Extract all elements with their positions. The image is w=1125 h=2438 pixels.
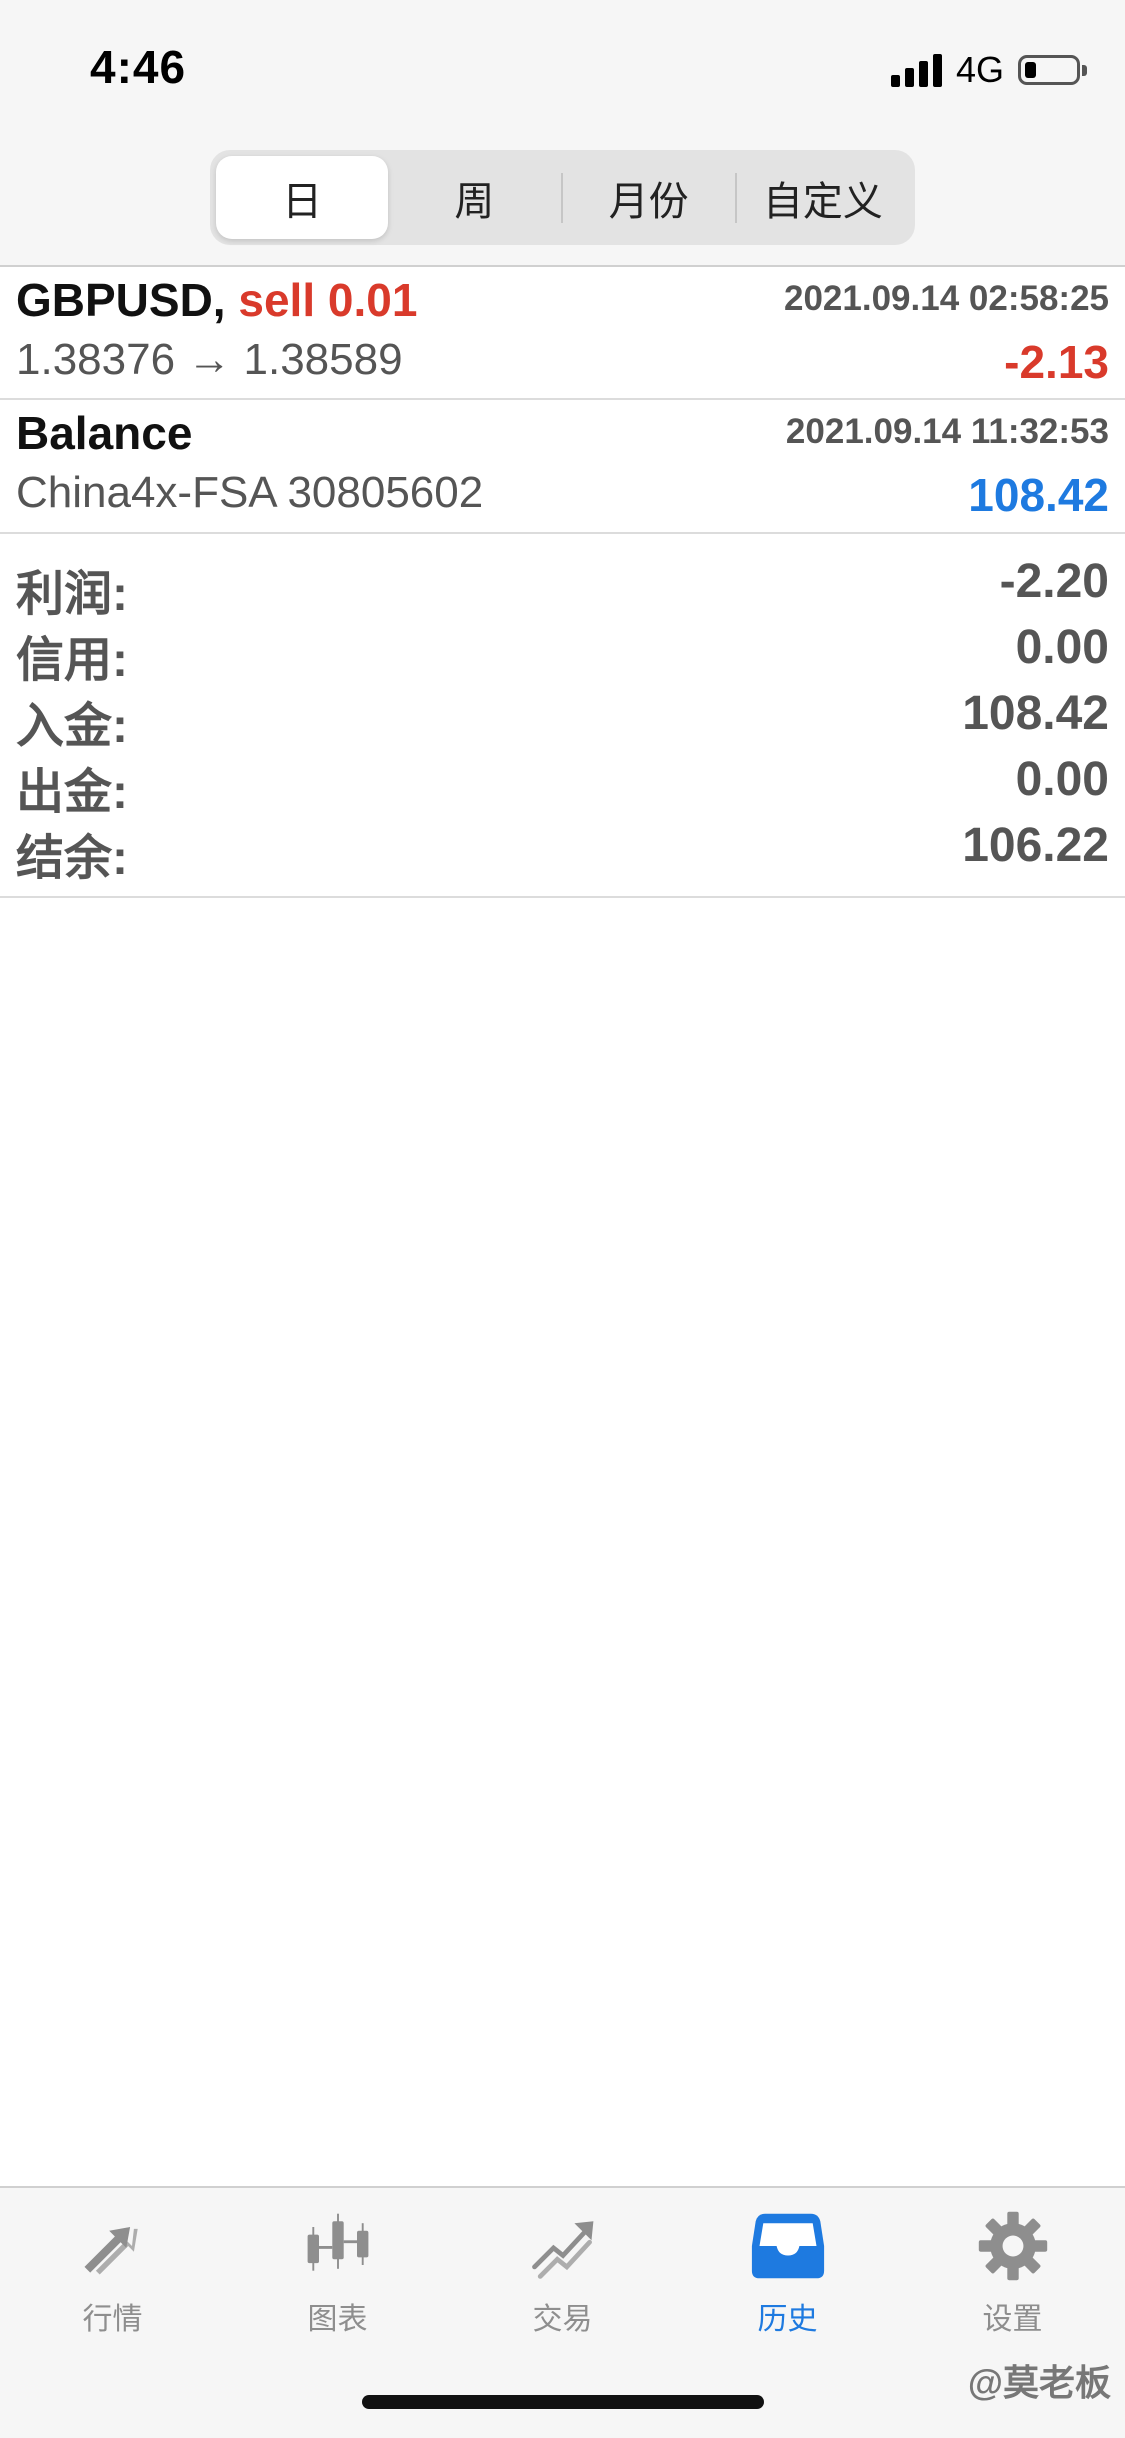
- summary-balance-label: 结余:: [16, 832, 128, 885]
- summary-deposit-row: 入金: 108.42: [0, 686, 1125, 753]
- summary-withdrawal-value: 0.00: [1015, 753, 1109, 806]
- gear-icon: [978, 2211, 1047, 2281]
- tab-trade-label: 交易: [532, 2303, 593, 2336]
- balance-amount: 108.42: [968, 469, 1109, 521]
- summary-balance-value: 106.22: [962, 819, 1109, 872]
- tab-quotes-label: 行情: [82, 2303, 143, 2336]
- top-area: 4:46 4G 日 周 月份 自定义: [0, 0, 1125, 267]
- trade-symbol: GBPUSD,: [16, 274, 226, 326]
- summary-profit-label: 利润:: [16, 568, 128, 621]
- trade-title: GBPUSD, sell 0.01: [16, 273, 417, 327]
- tab-quotes[interactable]: 行情: [0, 2208, 225, 2338]
- tab-settings[interactable]: 设置: [900, 2208, 1125, 2338]
- summary-balance-row: 结余: 106.22: [0, 818, 1125, 885]
- segment-custom[interactable]: 自定义: [737, 156, 909, 239]
- trade-timestamp: 2021.09.14 02:58:25: [784, 279, 1109, 318]
- cellular-signal-icon: [890, 53, 942, 87]
- summary-profit-row: 利润: -2.20: [0, 554, 1125, 621]
- summary-deposit-label: 入金:: [16, 700, 128, 753]
- watermark: @莫老板: [967, 2362, 1111, 2403]
- quotes-arrows-icon: [84, 2227, 138, 2275]
- status-indicators: 4G: [890, 49, 1087, 90]
- summary-profit-value: -2.20: [999, 555, 1109, 608]
- tab-charts[interactable]: 图表: [225, 2208, 450, 2338]
- history-row-trade[interactable]: GBPUSD, sell 0.01 2021.09.14 02:58:25 1.…: [0, 267, 1125, 400]
- tab-history[interactable]: 历史: [675, 2208, 900, 2338]
- segment-week[interactable]: 周: [388, 156, 560, 239]
- network-type: 4G: [955, 49, 1004, 90]
- summary-credit-row: 信用: 0.00: [0, 620, 1125, 687]
- period-segmented-control: 日 周 月份 自定义: [210, 150, 915, 245]
- trade-side: sell 0.01: [238, 274, 418, 326]
- summary-credit-label: 信用:: [16, 634, 128, 687]
- history-row-balance[interactable]: Balance 2021.09.14 11:32:53 China4x-FSA …: [0, 400, 1125, 534]
- trade-trend-icon: [531, 2221, 593, 2279]
- history-inbox-icon: [751, 2213, 824, 2279]
- segment-day[interactable]: 日: [216, 156, 389, 239]
- home-indicator[interactable]: [362, 2395, 764, 2409]
- summary-credit-value: 0.00: [1015, 621, 1109, 674]
- tab-history-label: 历史: [757, 2303, 818, 2336]
- trade-profit: -2.13: [1004, 336, 1109, 388]
- status-time: 4:46: [90, 41, 187, 93]
- summary-deposit-value: 108.42: [962, 687, 1109, 740]
- balance-title: Balance: [16, 407, 193, 459]
- balance-timestamp: 2021.09.14 11:32:53: [785, 412, 1109, 451]
- trade-prices: 1.38376 → 1.38589: [16, 335, 403, 384]
- summary-withdrawal-row: 出金: 0.00: [0, 752, 1125, 819]
- battery-icon: [1018, 55, 1087, 85]
- tab-trade[interactable]: 交易: [450, 2208, 675, 2338]
- tab-charts-label: 图表: [307, 2303, 368, 2336]
- segment-month[interactable]: 月份: [563, 156, 735, 239]
- candlestick-chart-icon: [307, 2213, 368, 2271]
- summary-section: 利润: -2.20 信用: 0.00 入金: 108.42 出金: 0.00 结…: [0, 534, 1125, 898]
- tab-settings-label: 设置: [982, 2303, 1043, 2336]
- summary-withdrawal-label: 出金:: [16, 766, 128, 819]
- balance-account: China4x-FSA 30805602: [16, 468, 484, 517]
